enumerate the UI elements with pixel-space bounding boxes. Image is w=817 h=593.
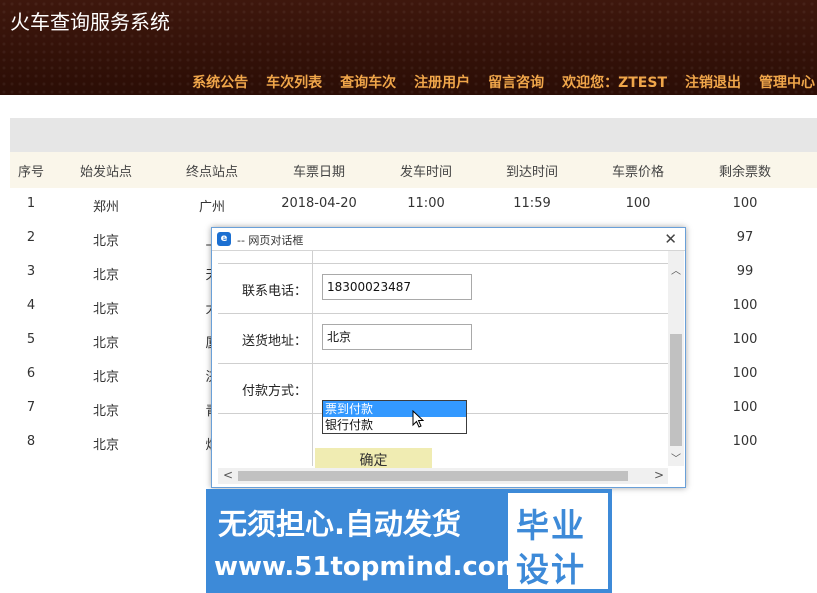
chevron-left-icon[interactable]: < [223,468,233,482]
dialog-title: -- 网页对话框 [237,234,304,247]
horizontal-scroll-thumb[interactable] [238,471,628,481]
table-cell: 11:00 [407,196,445,211]
nav-search-train[interactable]: 查询车次 [340,72,396,92]
column-header: 剩余票数 [718,165,772,180]
table-cell: 8 [26,434,36,449]
address-input[interactable] [322,324,472,350]
form-row-divider [218,313,668,314]
table-cell: 北京 [92,234,120,249]
table-cell: 6 [26,366,36,381]
table-cell: 99 [736,264,754,279]
table-cell: 100 [732,434,758,449]
table-cell: 北京 [92,370,120,385]
column-header: 终点站点 [185,165,239,180]
table-cell: 郑州 [92,200,120,215]
payment-label: 付款方式： [242,384,308,399]
payment-option-bank[interactable]: 银行付款 [323,417,466,433]
column-header: 到达时间 [505,165,559,180]
watermark-banner: 无须担心.自动发货 www.51topmind.com 毕业 设计 [206,489,612,593]
payment-option-cod[interactable]: 票到付款 [323,401,466,417]
table-cell: 北京 [92,268,120,283]
web-dialog: e -- 网页对话框 ✕ 联系电话： 送货地址： 付款方式： 票到付款 银行付款… [211,227,686,488]
table-cell: 100 [732,400,758,415]
address-label: 送货地址： [242,334,308,349]
table-cell: 北京 [92,336,120,351]
form-column-divider [312,251,313,466]
nav-announcements[interactable]: 系统公告 [192,72,248,92]
watermark-badge-line1: 毕业 [516,506,586,545]
table-cell: 1 [26,196,36,211]
table-cell: 2 [26,230,36,245]
table-cell: 100 [732,366,758,381]
form-row-divider [218,263,668,264]
nav-logout[interactable]: 注销退出 [685,72,741,92]
column-header: 序号 [17,165,45,180]
site-header: 火车查询服务系统 系统公告 车次列表 查询车次 注册用户 留言咨询 欢迎您：ZT… [0,0,817,95]
dialog-form: 联系电话： 送货地址： 付款方式： 票到付款 银行付款 确定 [218,251,668,474]
phone-input[interactable] [322,274,472,300]
nav-register[interactable]: 注册用户 [414,72,470,92]
table-cell: 5 [26,332,36,347]
chevron-down-icon[interactable]: ﹀ [668,450,684,465]
welcome-user: 欢迎您：ZTEST [562,75,667,91]
table-cell: 2018-04-20 [281,196,357,211]
mouse-cursor-icon [412,410,424,428]
table-cell: 北京 [92,438,120,453]
vertical-scrollbar[interactable]: ︿ ﹀ [668,251,684,466]
nav-admin[interactable]: 管理中心 [759,72,815,92]
watermark-url: www.51topmind.com [214,552,523,582]
table-cell: 北京 [92,404,120,419]
dialog-titlebar: e -- 网页对话框 ✕ [212,228,685,251]
table-cell: 4 [26,298,36,313]
main-nav: 系统公告 车次列表 查询车次 注册用户 留言咨询 欢迎您：ZTEST 注销退出 … [192,72,815,92]
ie-icon: e [217,232,231,246]
chevron-up-icon[interactable]: ︿ [668,262,684,277]
table-cell: 100 [625,196,651,211]
nav-messages[interactable]: 留言咨询 [488,72,544,92]
form-row-divider [218,363,668,364]
table-cell: 11:59 [513,196,551,211]
table-cell: 北京 [92,302,120,317]
table-cell: 广州 [198,200,226,215]
column-header: 始发站点 [79,165,133,180]
close-icon[interactable]: ✕ [664,230,677,248]
watermark-slogan: 无须担心.自动发货 [218,507,462,541]
table-cell: 100 [732,298,758,313]
table-top-bar [10,118,817,152]
phone-label: 联系电话： [242,284,308,299]
watermark-badge: 毕业 设计 [508,493,608,589]
site-title: 火车查询服务系统 [10,10,170,34]
table-cell: 7 [26,400,36,415]
vertical-scroll-thumb[interactable] [670,334,682,446]
nav-train-list[interactable]: 车次列表 [266,72,322,92]
watermark-badge-line2: 设计 [516,550,586,589]
horizontal-scrollbar[interactable]: < > [218,468,668,484]
table-cell: 97 [736,230,754,245]
column-header: 车票日期 [292,165,346,180]
table-cell: 100 [732,196,758,211]
table-cell: 3 [26,264,36,279]
chevron-right-icon[interactable]: > [654,468,664,482]
column-header: 发车时间 [399,165,453,180]
table-cell: 100 [732,332,758,347]
payment-listbox[interactable]: 票到付款 银行付款 [322,400,467,434]
column-header: 车票价格 [611,165,665,180]
